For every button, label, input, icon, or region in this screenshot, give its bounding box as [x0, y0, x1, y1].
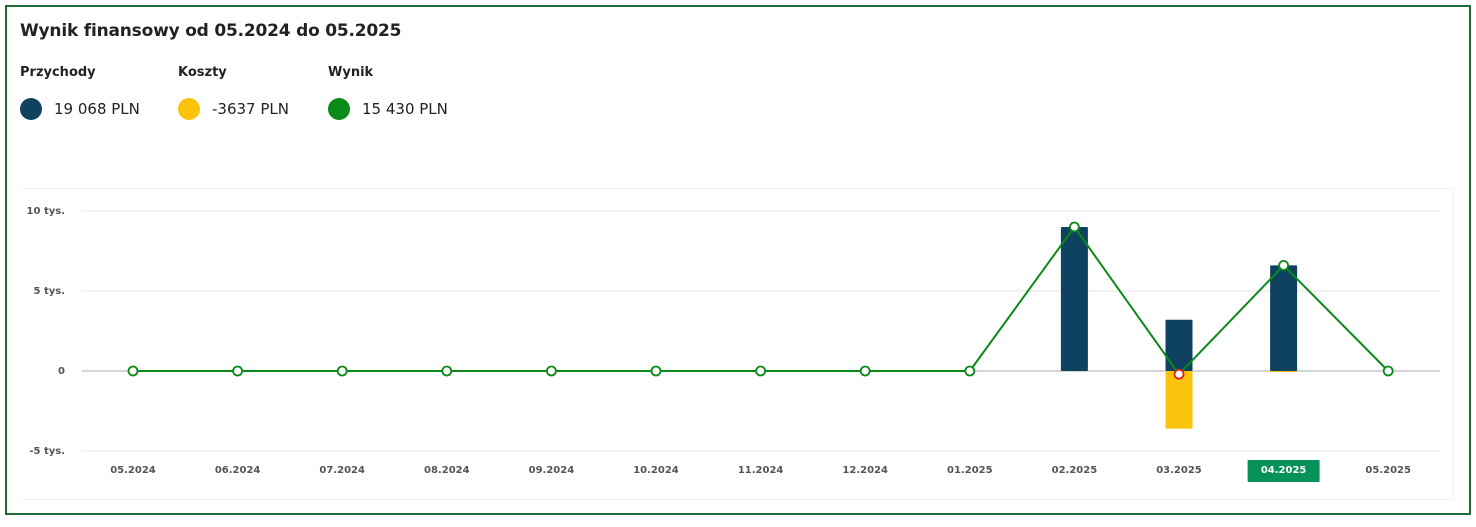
y-tick-label: 5 tys.: [34, 286, 66, 297]
costs-bar: [1165, 371, 1193, 429]
result-line: [127, 221, 1394, 380]
x-tick-label: 12.2024: [842, 465, 888, 476]
x-tick-label: 03.2025: [1156, 465, 1202, 476]
x-tick-label: 11.2024: [738, 465, 784, 476]
x-tick-label: 08.2024: [424, 465, 470, 476]
x-tick-label: 05.2024: [110, 465, 156, 476]
x-tick-label: 10.2024: [633, 465, 679, 476]
y-tick-label: -5 tys.: [29, 446, 65, 457]
result-point: [859, 365, 871, 377]
result-point: [441, 365, 453, 377]
result-point: [232, 365, 244, 377]
income-bar: [1270, 265, 1298, 371]
result-point: [1069, 221, 1080, 233]
financial-chart: 10 tys. 5 tys. 0 -5 tys. 05.2024 06.2024 07.2…: [27, 206, 1440, 482]
x-tick-label: 02.2025: [1052, 465, 1098, 476]
x-axis-labels: 05.2024 06.2024 07.2024 08.2024 09.2024 10.20…: [110, 460, 1411, 482]
x-tick-label: 07.2024: [319, 465, 365, 476]
x-tick-label: 01.2025: [947, 465, 993, 476]
y-axis-labels: 10 tys. 5 tys. 0 -5 tys.: [27, 206, 65, 457]
result-point: [336, 365, 348, 377]
grid-lines: [82, 210, 1440, 452]
result-point: [127, 365, 139, 377]
result-point: [964, 365, 976, 377]
result-line-path: [133, 226, 1389, 376]
y-tick-label: 10 tys.: [27, 206, 65, 217]
income-bar: [1060, 227, 1088, 371]
result-point: [1278, 259, 1289, 271]
x-tick-label: 06.2024: [215, 465, 261, 476]
x-tick-label: 05.2025: [1365, 465, 1411, 476]
costs-bar: [1270, 371, 1298, 372]
x-tick-label: 04.2025: [1261, 465, 1307, 476]
result-point: [546, 365, 557, 377]
result-point: [650, 365, 662, 377]
result-point: [1173, 368, 1185, 380]
x-tick-label: 09.2024: [529, 465, 575, 476]
y-tick-label: 0: [58, 366, 65, 377]
result-point: [755, 365, 766, 377]
result-point: [1382, 365, 1394, 377]
